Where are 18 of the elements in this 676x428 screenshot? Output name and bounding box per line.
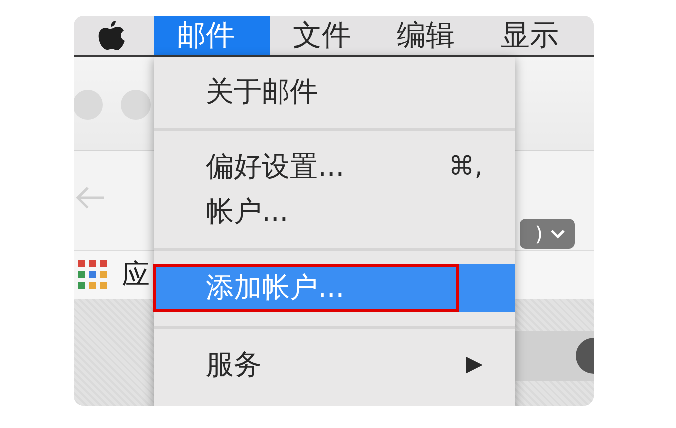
menu-item[interactable]: 服务 ▶ (154, 342, 515, 387)
menu-item[interactable]: 帐户... (154, 189, 515, 234)
back-arrow-icon[interactable] (76, 186, 106, 210)
window-control[interactable] (74, 90, 103, 120)
chevron-down-icon (551, 230, 565, 238)
menu-bar-item[interactable]: 编辑 (374, 16, 478, 55)
menu-bar-item[interactable]: 邮件 (154, 16, 270, 55)
bookmark-label[interactable]: 应 (122, 256, 150, 294)
menu-bar-item[interactable]: 显示 (478, 16, 582, 55)
apps-grid-icon[interactable] (78, 260, 108, 290)
apple-logo-icon[interactable] (97, 20, 125, 52)
menu-item[interactable]: 偏好设置... ⌘, (154, 144, 515, 189)
window-control[interactable] (121, 90, 151, 120)
submenu-arrow: ▶ (466, 352, 483, 377)
shortcut-label: ⌘, (448, 152, 483, 182)
menu-item[interactable]: 关于邮件 (154, 69, 515, 114)
menu-bar-item[interactable]: 文件 (270, 16, 374, 55)
dropdown-button[interactable]: ) (520, 219, 575, 249)
